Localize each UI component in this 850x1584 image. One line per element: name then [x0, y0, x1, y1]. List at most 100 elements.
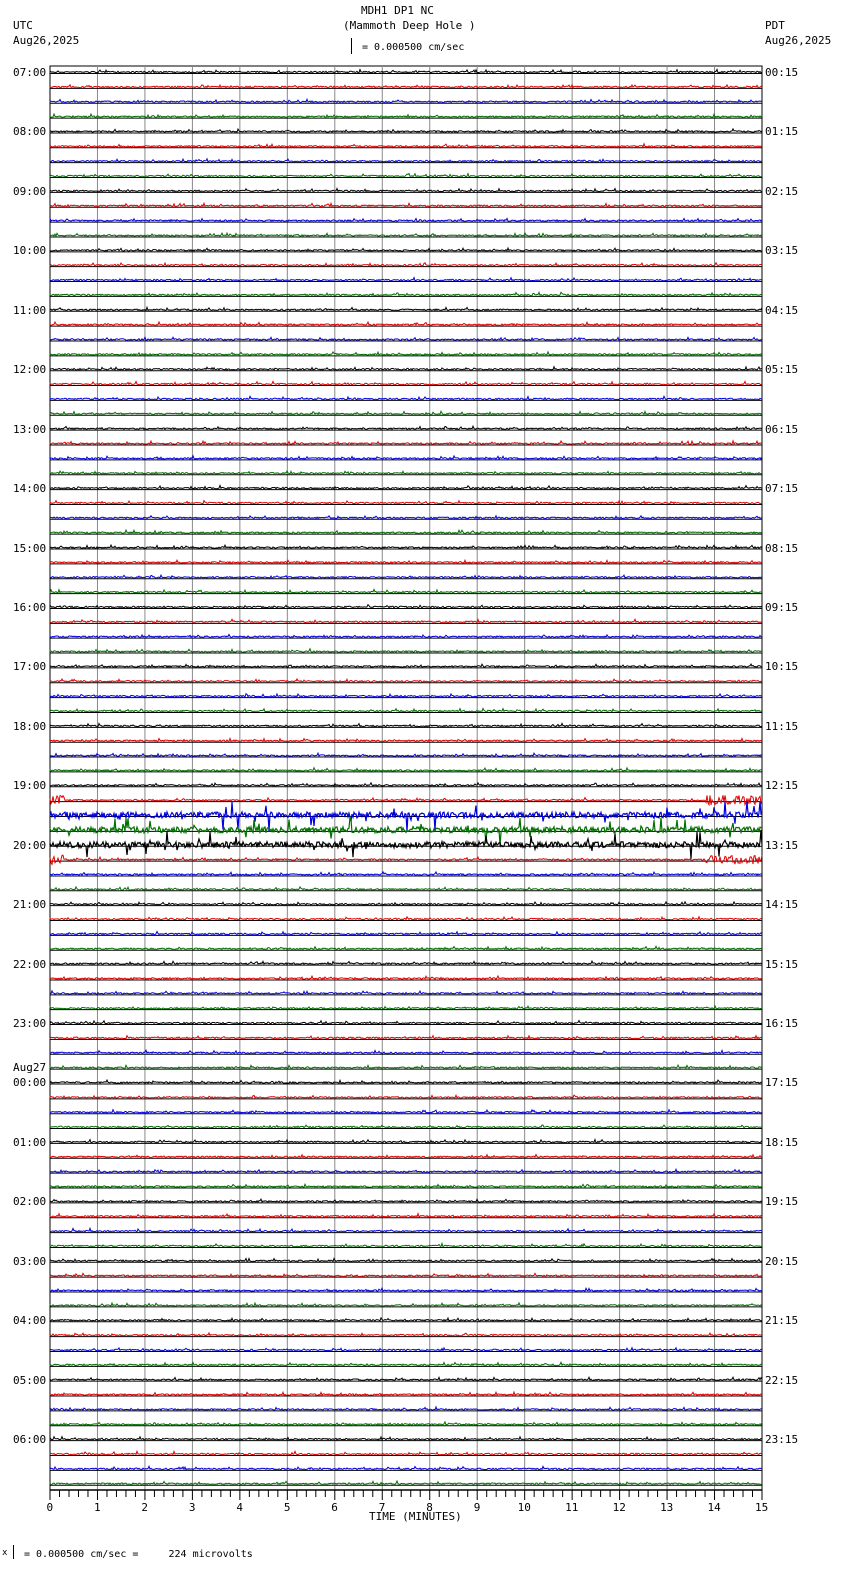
x-tick-label: 14: [707, 1501, 721, 1514]
seismic-trace: [49, 1331, 763, 1337]
seismic-trace: [49, 854, 763, 866]
utc-hour-label: 23:00: [13, 1017, 47, 1031]
seismic-trace: [49, 603, 763, 609]
seismic-trace: [49, 1226, 763, 1233]
seismic-trace: [49, 201, 763, 208]
utc-hour-label: 21:00: [13, 898, 47, 912]
pdt-hour-label: 11:15: [765, 719, 799, 733]
seismic-trace: [49, 305, 763, 312]
seismic-trace: [49, 394, 763, 401]
seismic-trace: [49, 633, 763, 639]
seismic-trace: [49, 380, 763, 386]
utc-hour-label: 09:00: [13, 184, 47, 198]
pdt-hour-label: 17:15: [765, 1076, 799, 1090]
utc-hour-label: 15:00: [13, 541, 47, 555]
seismic-trace: [49, 350, 763, 356]
seismic-trace: [49, 829, 763, 859]
pdt-hour-label: 08:15: [765, 541, 799, 555]
seismic-trace: [49, 1078, 763, 1085]
x-tick-label: 6: [331, 1501, 338, 1514]
x-axis-label: TIME (MINUTES): [369, 1510, 462, 1523]
pdt-hour-label: 18:15: [765, 1135, 799, 1149]
utc-hour-label: 05:00: [13, 1373, 47, 1387]
seismic-trace: [49, 320, 763, 327]
seismic-trace: [49, 97, 763, 104]
pdt-hour-label: 03:15: [765, 244, 799, 258]
date-change-label: Aug27: [13, 1061, 47, 1075]
seismic-trace: [49, 974, 763, 981]
seismic-trace: [49, 1063, 763, 1070]
seismic-trace: [49, 1153, 763, 1159]
seismic-trace: [49, 246, 763, 252]
pdt-hour-label: 14:15: [765, 898, 799, 912]
seismic-trace: [49, 558, 763, 565]
seismic-trace: [49, 484, 763, 490]
pdt-hour-label: 21:15: [765, 1314, 799, 1328]
seismic-trace: [49, 470, 763, 475]
seismic-trace: [49, 707, 763, 713]
utc-hour-label: 01:00: [13, 1135, 47, 1149]
pdt-hour-label: 16:15: [765, 1017, 799, 1031]
seismic-trace: [49, 781, 763, 788]
seismic-trace: [49, 1420, 763, 1426]
seismic-trace: [49, 1004, 763, 1010]
seismic-trace: [49, 1019, 763, 1026]
seismic-trace: [49, 142, 763, 149]
pdt-hour-label: 01:15: [765, 125, 799, 139]
pdt-hour-label: 04:15: [765, 303, 799, 317]
seismic-trace: [49, 1048, 763, 1055]
seismic-trace: [49, 1108, 763, 1114]
utc-hour-label: 04:00: [13, 1314, 47, 1328]
seismic-trace: [49, 1479, 763, 1486]
seismic-trace: [49, 454, 763, 461]
utc-hour-label: 20:00: [13, 838, 47, 852]
seismic-trace: [49, 1449, 763, 1456]
seismic-trace: [49, 885, 763, 891]
seismic-trace: [49, 365, 763, 371]
x-tick-label: 3: [188, 1501, 196, 1514]
pdt-hour-label: 19:15: [765, 1195, 799, 1209]
utc-hour-label: 16:00: [13, 600, 47, 614]
seismic-trace: [49, 1167, 763, 1174]
seismic-trace: [49, 127, 763, 134]
seismic-trace: [49, 647, 762, 654]
seismic-trace: [49, 722, 763, 728]
utc-hour-label: 11:00: [13, 303, 47, 317]
x-tick-label: 1: [93, 1501, 101, 1514]
x-tick-label: 9: [473, 1501, 481, 1514]
x-tick-label: 15: [755, 1501, 769, 1514]
seismic-trace: [49, 663, 763, 669]
seismic-trace: [49, 1211, 763, 1218]
seismic-trace: [49, 677, 763, 683]
utc-hour-label: 07:00: [13, 66, 47, 79]
utc-hour-label: 02:00: [13, 1195, 47, 1209]
footer-scale-bar-icon: [13, 1545, 15, 1559]
seismic-trace: [49, 737, 763, 743]
utc-hour-label: 19:00: [13, 779, 47, 793]
helicorder-plot: [49, 65, 763, 1500]
seismic-trace: [49, 1346, 763, 1353]
seismic-trace: [49, 1137, 763, 1144]
utc-hour-label: 13:00: [13, 422, 47, 436]
pdt-hour-label: 02:15: [765, 184, 799, 198]
seismic-trace: [49, 424, 763, 431]
seismic-trace: [49, 959, 763, 966]
pdt-hour-label: 05:15: [765, 363, 799, 377]
seismic-trace: [49, 1316, 763, 1322]
seismic-trace: [49, 514, 763, 520]
seismic-trace: [49, 1361, 763, 1367]
pdt-hour-label: 06:15: [765, 422, 799, 436]
pdt-hour-label: 20:15: [765, 1254, 799, 1268]
seismic-trace: [49, 543, 763, 550]
seismic-trace: [49, 930, 763, 936]
x-tick-label: 11: [565, 1501, 579, 1514]
footer-marker: x: [2, 1548, 8, 1558]
seismic-trace: [49, 1286, 763, 1293]
seismic-trace: [49, 617, 763, 624]
seismic-trace: [49, 410, 763, 416]
pdt-hour-label: 13:15: [765, 838, 799, 852]
utc-hour-label: 22:00: [13, 957, 47, 971]
seismic-trace: [49, 187, 763, 193]
x-tick-label: 10: [517, 1501, 531, 1514]
seismic-trace: [49, 528, 763, 535]
